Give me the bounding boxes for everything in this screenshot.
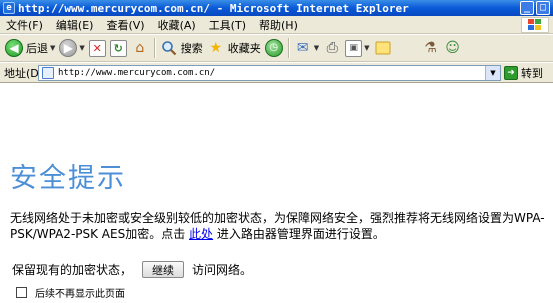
page-icon [42,67,54,79]
history-icon: ◷ [264,39,283,57]
search-label: 搜索 [180,42,203,55]
keep-text-end: 访问网络。 [192,263,253,277]
refresh-button[interactable]: ↻ [108,36,129,60]
dont-show-checkbox[interactable] [16,287,27,298]
history-button[interactable]: ◷ [263,36,285,60]
menu-edit[interactable]: 编辑(E) [50,17,101,33]
menu-view[interactable]: 查看(V) [100,17,151,33]
menu-file[interactable]: 文件(F) [0,17,50,33]
forward-arrow-icon: ▶ [59,39,78,57]
page-content: 安全提示 无线网络处于未加密或安全级别较低的加密状态，为保障网络安全，强烈推荐将… [0,84,553,303]
dont-show-label: 后续不再显示此页面 [35,289,125,300]
research-icon: ⚗ [424,40,437,56]
keep-text: 保留现有的加密状态， [12,263,133,277]
folder-button[interactable] [372,36,394,60]
warning-paragraph: 无线网络处于未加密或安全级别较低的加密状态，为保障网络安全，强烈推荐将无线网络设… [10,210,550,242]
address-field[interactable]: ▼ [38,65,501,81]
back-button[interactable]: ◀ 后退 ▼ [3,36,57,60]
window-title: http://www.mercurycom.com.cn/ - Microsof… [18,1,409,15]
menu-tools[interactable]: 工具(T) [203,17,253,33]
folder-icon [374,39,392,57]
chevron-down-icon[interactable]: ▼ [79,44,84,52]
favorites-button[interactable]: ★ 收藏夹 [205,36,263,60]
messenger-button[interactable]: ☺ [442,36,464,60]
back-arrow-icon: ◀ [5,39,23,57]
home-icon: ⌂ [135,40,145,56]
refresh-icon: ↻ [109,39,127,57]
minimize-button[interactable]: _ [520,1,534,15]
address-input[interactable] [58,66,478,80]
page-title: 安全提示 [10,163,126,194]
search-icon [160,39,178,57]
warning-text-end: 进入路由器管理界面进行设置。 [213,227,385,241]
chevron-down-icon[interactable]: ▼ [50,44,55,52]
toolbar-divider [153,38,155,58]
research-button[interactable]: ⚗ [420,36,442,60]
dont-show-row: 后续不再显示此页面 [16,285,125,300]
chevron-down-icon[interactable]: ▼ [364,44,369,52]
menu-favorites[interactable]: 收藏(A) [152,17,203,33]
title-bar: e http://www.mercurycom.com.cn/ - Micros… [0,0,553,16]
keep-encryption-row: 保留现有的加密状态， 继续 访问网络。 [12,261,252,278]
chevron-down-icon[interactable]: ▼ [485,66,500,80]
go-arrow-icon: ➜ [504,66,518,80]
maximize-button[interactable]: □ [536,1,550,15]
print-button[interactable]: ⎙ [321,36,343,60]
star-icon: ★ [209,40,223,56]
print-icon: ⎙ [326,40,338,56]
continue-button[interactable]: 继续 [142,261,185,278]
edit-icon: ▣ [345,39,363,57]
toolbar: ◀ 后退 ▼ ▶ ▼ ✕ ↻ ⌂ 搜索 ★ 收藏夹 ◷ ✉ ▼ ⎙ ▣ ▼ ⚗ … [0,35,553,62]
windows-logo-icon [521,17,549,33]
go-label: 转到 [521,67,543,80]
chevron-down-icon[interactable]: ▼ [314,44,319,52]
stop-icon: ✕ [88,39,106,57]
home-button[interactable]: ⌂ [129,36,151,60]
settings-link[interactable]: 此处 [189,227,213,241]
search-button[interactable]: 搜索 [158,36,205,60]
favorites-label: 收藏夹 [227,42,261,55]
go-button[interactable]: ➜ 转到 [504,65,543,81]
menu-bar: 文件(F) 编辑(E) 查看(V) 收藏(A) 工具(T) 帮助(H) [0,16,553,34]
messenger-icon: ☺ [445,40,460,56]
toolbar-divider [287,38,289,58]
edit-button[interactable]: ▣ ▼ [343,36,371,60]
ie-icon: e [3,2,15,14]
mail-button[interactable]: ✉ ▼ [292,36,321,60]
forward-button[interactable]: ▶ ▼ [57,36,86,60]
mail-icon: ✉ [296,40,309,56]
menu-help[interactable]: 帮助(H) [253,17,305,33]
stop-button[interactable]: ✕ [87,36,108,60]
back-label: 后退 [26,42,48,55]
address-bar: 地址(D) ▼ ➜ 转到 [0,63,553,83]
